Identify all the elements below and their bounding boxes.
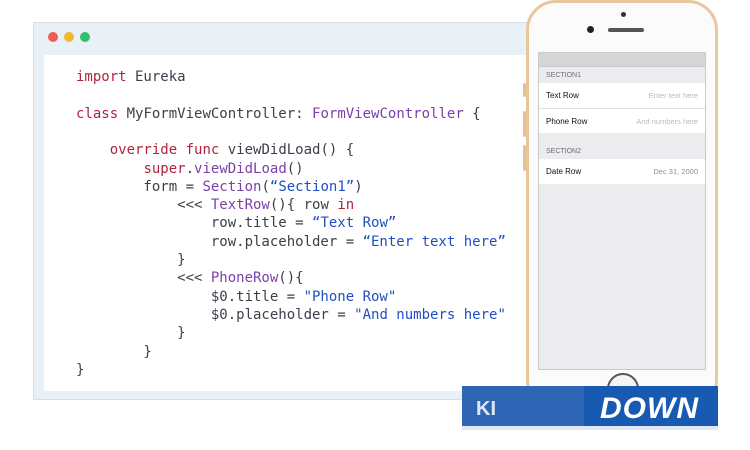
code-token: } [76,325,186,342]
code-line: form = Section(“Section1”) [76,178,363,195]
code-token: “Section1” [269,178,355,195]
code-token: "Phone Row" [303,288,397,305]
code-token: import [76,69,127,85]
code-token: func [185,142,220,159]
minimize-dot-icon[interactable] [64,32,74,42]
code-token: <<< [76,197,211,214]
code-token: { [463,105,481,122]
date-row-label: Date Row [546,167,582,176]
code-token: form = [76,178,203,195]
code-line: } [76,252,186,268]
code-token: Eureka [126,69,186,85]
watermark-left-text: KI [476,398,496,420]
date-row[interactable]: Date Row Dec 31, 2000 [539,159,705,184]
code-token: override [109,142,178,159]
code-token: (){ row [269,197,338,214]
code-line: } [76,325,186,342]
code-token: } [76,343,152,360]
code-editor-window: import Eureka class MyFormViewController:… [33,22,593,400]
code-token: FormViewController [312,105,464,122]
code-line: $0.placeholder = "And numbers here" [76,307,506,323]
code-token: } [76,252,186,268]
code-token: viewDidLoad() { [219,142,355,159]
front-camera-icon [587,26,594,33]
date-row-value[interactable]: Dec 31, 2000 [653,167,698,176]
code-token: row.title = [76,215,313,232]
code-line: } [76,362,84,378]
code-token: MyFormViewController: [118,105,313,122]
code-token: (){ [278,270,304,287]
watermark-banner: KI DOWN [462,386,718,426]
code-token: $0.title = [76,288,304,305]
text-row-input[interactable]: Enter text here [649,91,698,100]
code-token: TextRow [210,197,270,214]
code-line: import Eureka [76,69,186,85]
phone-row-input[interactable]: And numbers here [636,117,698,126]
code-token: <<< [76,270,211,287]
phone-screen: SECTION1 Text Row Enter text here Phone … [538,52,706,370]
volume-down-button [523,145,526,171]
code-token: ( [261,178,270,195]
navigation-bar [539,53,705,67]
code-area: import Eureka class MyFormViewController:… [44,55,582,391]
code-token: super [143,160,186,177]
text-row[interactable]: Text Row Enter text here [539,83,705,108]
text-row-label: Text Row [546,91,579,100]
proximity-sensor [621,12,626,17]
phone-mockup: SECTION1 Text Row Enter text here Phone … [523,0,718,410]
code-line: } [76,343,152,360]
watermark-underline [462,426,718,430]
code-token: $0.placeholder = [76,306,355,323]
maximize-dot-icon[interactable] [80,32,90,42]
code-line: super.viewDidLoad() [76,160,304,177]
code-line: <<< PhoneRow(){ [76,270,304,287]
earpiece-speaker [608,28,644,32]
code-token: in [337,197,355,214]
code-token: ) [354,178,363,195]
code-line: row.placeholder = “Enter text here” [76,234,506,250]
section1-header: SECTION1 [546,72,582,79]
mute-switch [523,83,526,97]
code-token: "And numbers here" [354,306,506,323]
phone-row-label: Phone Row [546,116,588,126]
code-token: “Enter text here” [362,233,506,250]
code-token: Section [202,178,262,195]
code-token: class [76,105,119,122]
code-token: viewDidLoad [194,160,287,177]
code-token: () [286,160,304,177]
code-token: row.placeholder = [76,233,363,250]
code-token: PhoneRow [210,270,279,287]
volume-up-button [523,111,526,137]
code-token: . [185,160,195,177]
code-line: row.title = “Text Row” [76,215,396,231]
close-dot-icon[interactable] [48,32,58,42]
code-line: override func viewDidLoad() { [76,142,354,158]
code-token: “Text Row” [312,215,397,232]
code-token: } [76,361,85,378]
section2-header: SECTION2 [546,148,582,155]
code-line: class MyFormViewController: FormViewCont… [76,106,481,122]
code-line: $0.title = "Phone Row" [76,289,396,305]
window-controls [48,32,90,42]
watermark-right-text: DOWN [600,392,699,425]
code-line: <<< TextRow(){ row in [76,197,354,213]
phone-row[interactable]: Phone Row And numbers here [539,108,705,133]
